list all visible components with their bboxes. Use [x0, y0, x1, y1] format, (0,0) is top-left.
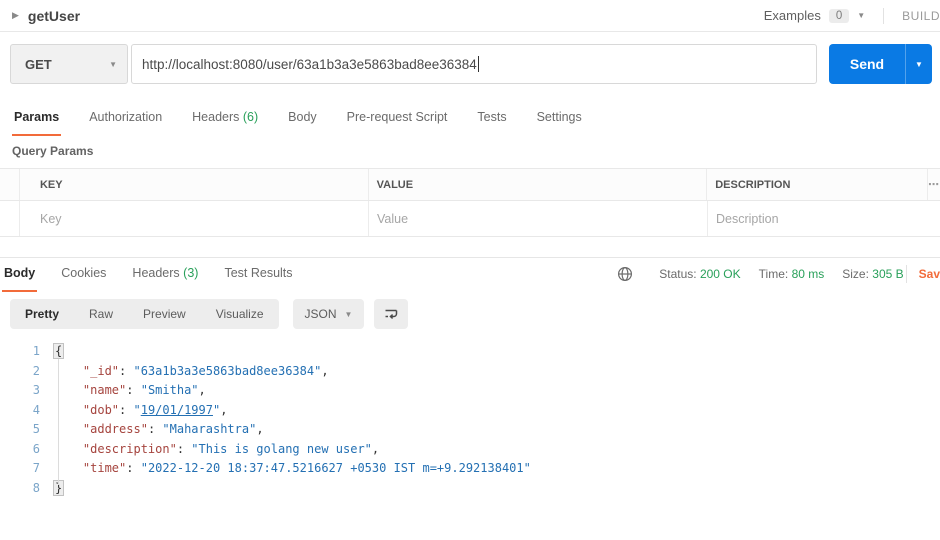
header-divider: [883, 7, 885, 24]
format-dropdown-icon: ▼: [344, 309, 353, 319]
code-line: 1 {: [0, 342, 940, 362]
size-indicator: Size: 305 B: [842, 267, 904, 281]
response-tab-body[interactable]: Body: [2, 258, 38, 292]
tab-tests[interactable]: Tests: [475, 102, 508, 136]
tab-body[interactable]: Body: [286, 102, 319, 136]
request-header-bar: ▶ getUser Examples 0 ▼ BUILD: [0, 0, 940, 32]
wrap-lines-button[interactable]: [374, 299, 409, 329]
send-button[interactable]: Send ▼: [829, 44, 932, 84]
row-end-cell: [928, 201, 940, 236]
method-dropdown-icon: ▼: [109, 59, 117, 69]
view-mode-pretty[interactable]: Pretty: [10, 299, 74, 329]
code-line: 5 "address": "Maharashtra",: [0, 420, 940, 440]
tab-settings[interactable]: Settings: [535, 102, 584, 136]
tab-params[interactable]: Params: [12, 102, 62, 136]
line-number: 8: [32, 480, 40, 495]
time-indicator: Time: 80 ms: [758, 267, 825, 281]
code-line: 8 }: [0, 479, 940, 499]
view-mode-raw[interactable]: Raw: [74, 299, 128, 329]
line-number: 4: [32, 402, 40, 417]
code-line: 7 "time": "2022-12-20 18:37:47.5216627 +…: [0, 459, 940, 479]
request-tabs: Params Authorization Headers (6) Body Pr…: [0, 96, 940, 136]
line-number: 3: [32, 383, 40, 397]
value-input[interactable]: Value: [369, 201, 708, 236]
more-options-icon[interactable]: ⋯: [928, 178, 940, 191]
examples-dropdown-icon[interactable]: ▼: [857, 11, 865, 20]
response-header: Body Cookies Headers (3) Test Results St…: [0, 257, 940, 292]
column-header-value: VALUE: [369, 169, 708, 200]
tab-authorization[interactable]: Authorization: [87, 102, 164, 136]
indent-guide: [58, 359, 59, 485]
send-label[interactable]: Send: [829, 44, 905, 84]
size-value: 305 B: [872, 267, 904, 281]
column-header-description: DESCRIPTION: [715, 178, 791, 191]
request-title: getUser: [27, 7, 81, 24]
method-select[interactable]: GET ▼: [10, 44, 128, 84]
tab-headers[interactable]: Headers (6): [190, 102, 260, 136]
network-globe-icon[interactable]: [617, 266, 633, 282]
status-indicator: Status: 200 OK: [659, 267, 741, 281]
build-label: BUILD: [902, 8, 940, 23]
format-label: JSON: [304, 307, 337, 321]
query-params-table: KEY VALUE DESCRIPTION ⋯ Key Value Descri…: [0, 168, 940, 237]
line-number: 2: [32, 363, 40, 378]
response-tab-test-results[interactable]: Test Results: [222, 258, 294, 292]
code-line: 4 "dob": "19/01/1997",: [0, 401, 940, 421]
row-select-column: [0, 201, 20, 236]
time-value: 80 ms: [791, 267, 825, 281]
line-number: 7: [32, 461, 40, 475]
response-tab-headers[interactable]: Headers (3): [130, 258, 200, 292]
status-value: 200 OK: [699, 267, 741, 281]
send-options-icon[interactable]: ▼: [905, 44, 932, 84]
format-select[interactable]: JSON ▼: [292, 299, 365, 329]
code-line: 6 "description": "This is golang new use…: [0, 440, 940, 460]
request-builder-row: GET ▼ http://localhost:8080/user/63a1b3a…: [0, 32, 940, 96]
column-header-key: KEY: [20, 169, 369, 200]
response-tabs: Body Cookies Headers (3) Test Results: [0, 258, 295, 292]
tab-pre-request-script[interactable]: Pre-request Script: [345, 102, 450, 136]
bulk-edit-cell: ⋯: [927, 169, 940, 200]
response-meta: Status: 200 OK Time: 80 ms Size: 305 B S…: [617, 265, 940, 292]
url-text: http://localhost:8080/user/63a1b3a3e5863…: [142, 56, 477, 72]
line-number: 5: [32, 422, 40, 436]
code-line: 3 "name": "Smitha",: [0, 381, 940, 401]
response-tab-cookies[interactable]: Cookies: [59, 258, 108, 292]
code-line: 2 "_id": "63a1b3a3e5863bad8ee36384",: [0, 362, 940, 382]
examples-label[interactable]: Examples: [764, 8, 821, 23]
examples-count-badge: 0: [828, 8, 850, 23]
view-mode-switch: Pretty Raw Preview Visualize: [10, 299, 279, 329]
response-body-json: 1 { 2 "_id": "63a1b3a3e5863bad8ee36384",…: [0, 342, 940, 498]
line-number: 6: [32, 441, 40, 456]
wrap-lines-icon: [385, 309, 398, 319]
date-link[interactable]: 19/01/1997: [141, 403, 213, 417]
text-cursor: [477, 56, 479, 72]
save-response-button[interactable]: Sav: [919, 267, 940, 281]
query-params-label: Query Params: [12, 144, 94, 158]
view-mode-visualize[interactable]: Visualize: [201, 299, 279, 329]
collapse-caret-icon[interactable]: ▶: [12, 10, 19, 21]
table-row: Key Value Description: [0, 201, 940, 237]
url-input[interactable]: http://localhost:8080/user/63a1b3a3e5863…: [131, 44, 817, 84]
meta-divider: [905, 265, 907, 283]
key-input[interactable]: Key: [20, 201, 369, 236]
row-select-column: [0, 169, 20, 200]
view-mode-preview[interactable]: Preview: [128, 299, 201, 329]
method-label: GET: [25, 56, 52, 72]
description-input[interactable]: Description: [708, 201, 928, 236]
table-header-row: KEY VALUE DESCRIPTION ⋯: [0, 169, 940, 201]
line-number: 1: [32, 344, 40, 358]
response-view-toolbar: Pretty Raw Preview Visualize JSON ▼: [10, 299, 940, 329]
